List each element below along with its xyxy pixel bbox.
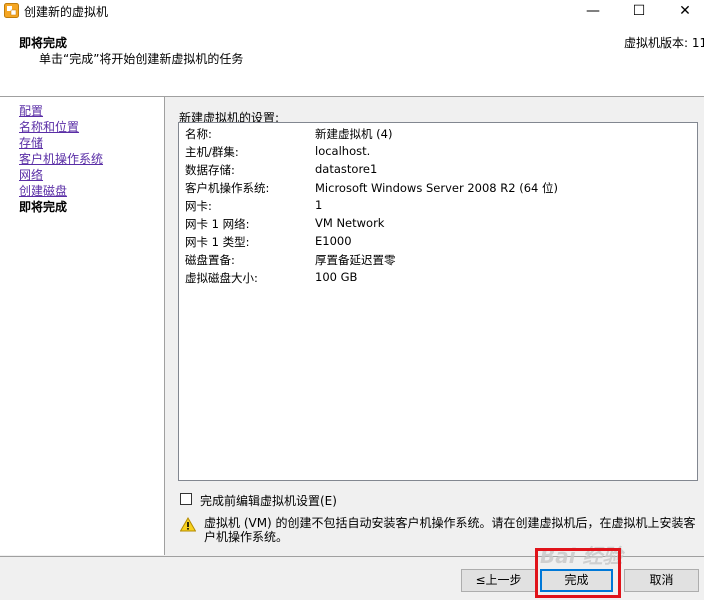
vm-version-label: 虚拟机版本: 11 <box>624 36 704 50</box>
nav-item-create-disk[interactable]: 创建磁盘 <box>19 182 67 199</box>
cancel-button[interactable]: 取消 <box>624 569 699 592</box>
nav-item-ready-to-complete: 即将完成 <box>19 200 68 214</box>
settings-key: 客户机操作系统: <box>185 181 270 195</box>
settings-value: 新建虚拟机 (4) <box>315 127 393 141</box>
settings-summary-box: 名称: 新建虚拟机 (4) 主机/群集: localhost. 数据存储: da… <box>178 122 698 481</box>
button-bar: ≤上一步 完成 取消 <box>0 556 704 600</box>
settings-key: 网卡: <box>185 199 212 213</box>
window-title: 创建新的虚拟机 <box>24 5 109 19</box>
edit-settings-checkbox-row[interactable]: 完成前编辑虚拟机设置(E) <box>180 492 600 508</box>
finish-button[interactable]: 完成 <box>540 569 613 592</box>
settings-key: 名称: <box>185 127 212 141</box>
settings-key: 磁盘置备: <box>185 253 235 267</box>
edit-settings-checkbox[interactable] <box>180 493 192 505</box>
settings-key: 虚拟磁盘大小: <box>185 271 258 285</box>
vmware-app-icon <box>4 3 19 18</box>
nav-item-name-location[interactable]: 名称和位置 <box>19 118 79 135</box>
settings-row: 网卡 1 网络: VM Network <box>185 216 690 234</box>
settings-value: VM Network <box>315 216 385 230</box>
settings-key: 数据存储: <box>185 163 235 177</box>
warning-icon <box>180 517 196 532</box>
wizard-header: 即将完成 单击“完成”将开始创建新虚拟机的任务 虚拟机版本: 11 <box>0 22 704 97</box>
nav-item-config[interactable]: 配置 <box>19 102 43 119</box>
settings-row: 网卡: 1 <box>185 198 690 216</box>
back-button[interactable]: ≤上一步 <box>461 569 536 592</box>
settings-row: 网卡 1 类型: E1000 <box>185 234 690 252</box>
settings-row: 名称: 新建虚拟机 (4) <box>185 126 690 144</box>
close-icon[interactable]: ✕ <box>662 0 704 22</box>
main-panel: 新建虚拟机的设置: 名称: 新建虚拟机 (4) 主机/群集: localhost… <box>165 97 704 555</box>
wizard-steps-nav: 配置 名称和位置 存储 客户机操作系统 网络 创建磁盘 即将完成 <box>0 97 165 555</box>
settings-value: 100 GB <box>315 270 358 284</box>
settings-row: 虚拟磁盘大小: 100 GB <box>185 270 690 288</box>
settings-row: 数据存储: datastore1 <box>185 162 690 180</box>
settings-row: 主机/群集: localhost. <box>185 144 690 162</box>
settings-value: E1000 <box>315 234 352 248</box>
settings-row: 磁盘置备: 厚置备延迟置零 <box>185 252 690 270</box>
settings-value: 1 <box>315 198 323 212</box>
warning-message: 虚拟机 (VM) 的创建不包括自动安装客户机操作系统。请在创建虚拟机后，在虚拟机… <box>180 516 700 550</box>
nav-item-storage[interactable]: 存储 <box>19 134 43 151</box>
settings-key: 网卡 1 网络: <box>185 217 250 231</box>
minimize-icon[interactable]: — <box>570 0 616 22</box>
warning-text: 虚拟机 (VM) 的创建不包括自动安装客户机操作系统。请在创建虚拟机后，在虚拟机… <box>204 516 696 544</box>
settings-key: 网卡 1 类型: <box>185 235 250 249</box>
settings-row: 客户机操作系统: Microsoft Windows Server 2008 R… <box>185 180 690 198</box>
wizard-window: 创建新的虚拟机 — ☐ ✕ 即将完成 单击“完成”将开始创建新虚拟机的任务 虚拟… <box>0 0 704 600</box>
edit-settings-checkbox-label[interactable]: 完成前编辑虚拟机设置(E) <box>200 492 337 509</box>
nav-item-network[interactable]: 网络 <box>19 166 43 183</box>
settings-value: Microsoft Windows Server 2008 R2 (64 位) <box>315 181 558 195</box>
nav-item-guest-os[interactable]: 客户机操作系统 <box>19 150 103 167</box>
page-subtitle: 单击“完成”将开始创建新虚拟机的任务 <box>39 52 244 66</box>
settings-value: localhost. <box>315 144 371 158</box>
settings-value: 厚置备延迟置零 <box>315 253 396 267</box>
maximize-icon[interactable]: ☐ <box>616 0 662 22</box>
title-bar: 创建新的虚拟机 — ☐ ✕ <box>0 0 704 22</box>
settings-value: datastore1 <box>315 162 378 176</box>
page-title: 即将完成 <box>19 36 68 50</box>
settings-key: 主机/群集: <box>185 145 239 159</box>
